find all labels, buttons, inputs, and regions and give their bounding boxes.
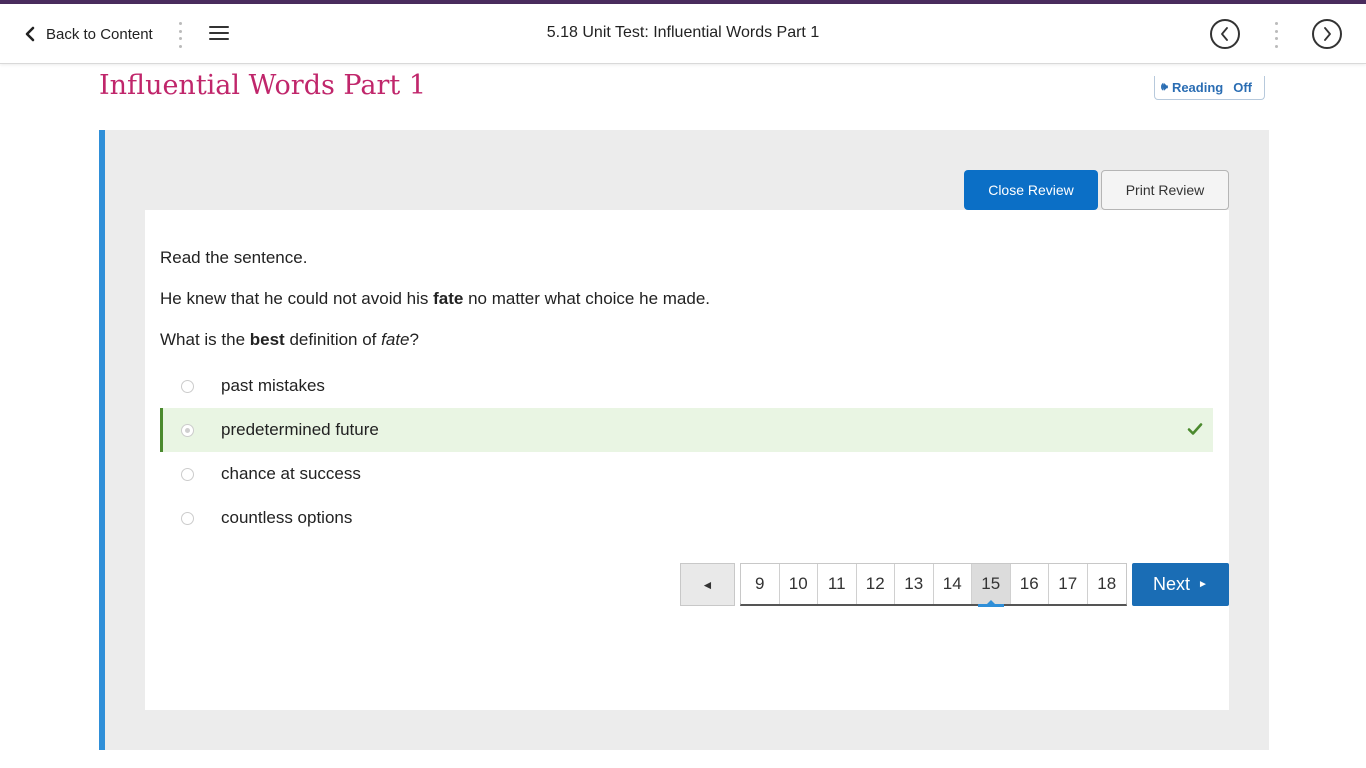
radio-button[interactable] — [181, 423, 194, 437]
page-number-10[interactable]: 10 — [779, 564, 818, 604]
answer-option[interactable]: past mistakes — [160, 364, 1213, 408]
chevron-right-circle-icon — [1324, 27, 1331, 41]
checkmark-icon — [1187, 423, 1203, 435]
triangle-right-icon: ► — [1198, 579, 1208, 590]
answer-option-correct[interactable]: predetermined future — [160, 408, 1213, 452]
top-nav-bar: Back to Content 5.18 Unit Test: Influent… — [0, 4, 1366, 64]
radio-button[interactable] — [181, 511, 194, 525]
reading-icon: 🕪 — [1161, 81, 1168, 93]
answer-option-label: chance at success — [221, 464, 361, 483]
chevron-left-circle-icon — [1221, 27, 1228, 41]
vertical-divider-dots — [1274, 22, 1278, 48]
lesson-heading: Influential Words Part 1 — [99, 70, 426, 101]
pagination: 9 10 11 12 13 14 15 16 17 18 — [740, 563, 1127, 607]
answer-option-label: past mistakes — [221, 376, 325, 395]
next-activity-button[interactable] — [1312, 19, 1342, 49]
page-number-18[interactable]: 18 — [1087, 564, 1126, 604]
pagination-previous-button[interactable]: ◄ — [680, 563, 735, 606]
reading-toggle[interactable]: 🕪 Reading Off — [1154, 76, 1265, 100]
page-number-16[interactable]: 16 — [1010, 564, 1049, 604]
question-intro: Read the sentence. — [160, 248, 308, 267]
reading-state: Off — [1233, 80, 1253, 95]
answer-option[interactable]: chance at success — [160, 452, 1213, 496]
page-number-14[interactable]: 14 — [933, 564, 972, 604]
page-number-12[interactable]: 12 — [856, 564, 895, 604]
answer-option-label: countless options — [221, 508, 353, 527]
next-question-button[interactable]: Next ► — [1132, 563, 1229, 606]
reading-label: Reading — [1171, 80, 1224, 95]
answer-option-label: predetermined future — [221, 420, 379, 439]
page-number-9[interactable]: 9 — [741, 564, 780, 604]
page-number-15-current[interactable]: 15 — [972, 564, 1011, 607]
page-number-17[interactable]: 17 — [1049, 564, 1088, 604]
next-label: Next — [1153, 574, 1191, 594]
triangle-left-icon: ◄ — [701, 577, 714, 592]
print-review-button[interactable]: Print Review — [1101, 170, 1229, 210]
question-sentence: He knew that he could not avoid his fate… — [160, 289, 710, 308]
page-number-13[interactable]: 13 — [895, 564, 934, 604]
radio-button[interactable] — [181, 379, 194, 393]
close-review-button[interactable]: Close Review — [964, 170, 1098, 210]
radio-button[interactable] — [181, 467, 194, 481]
page-number-11[interactable]: 11 — [818, 564, 857, 604]
question-prompt: What is the best definition of fate? — [160, 330, 419, 349]
panel-accent-bar — [99, 130, 105, 750]
previous-activity-button[interactable] — [1210, 19, 1240, 49]
answer-option[interactable]: countless options — [160, 496, 1213, 540]
page-title: 5.18 Unit Test: Influential Words Part 1 — [546, 24, 820, 41]
